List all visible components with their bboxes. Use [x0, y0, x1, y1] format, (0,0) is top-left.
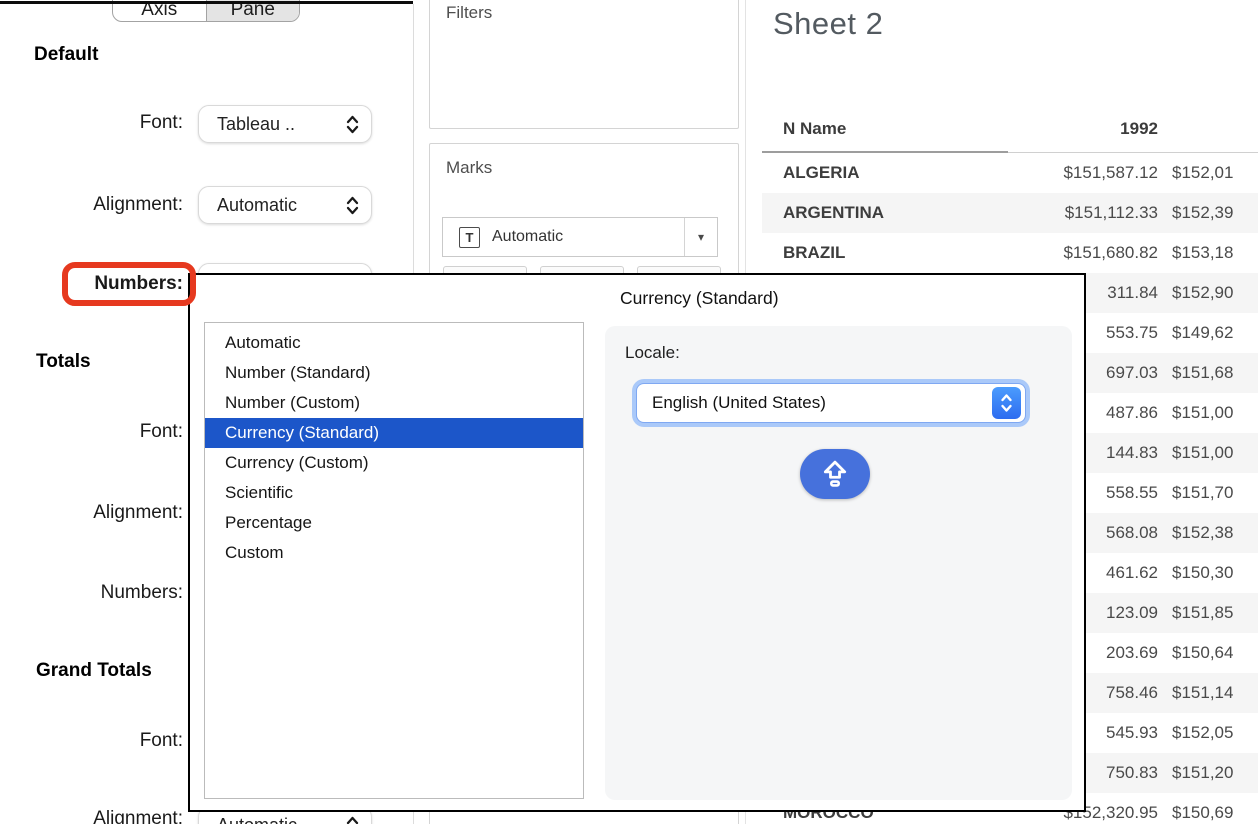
cell-value-1992: 311.84	[1107, 273, 1158, 313]
filters-card: Filters	[429, 0, 739, 129]
caps-lock-arrow-button[interactable]	[800, 449, 870, 499]
cell-value-next-year: $153,18	[1172, 233, 1233, 273]
cell-value-next-year: $151,85	[1172, 593, 1233, 633]
caps-lock-arrow-icon	[822, 460, 848, 488]
cell-value-1992: 203.69	[1106, 633, 1158, 673]
font-dropdown[interactable]: Tableau ..	[198, 105, 372, 143]
chevron-up-down-icon	[346, 196, 359, 215]
cell-value-next-year: $152,38	[1172, 513, 1233, 553]
cell-value-1992: 123.09	[1106, 593, 1158, 633]
cell-value-1992: 487.86	[1106, 393, 1158, 433]
column-header-name[interactable]: N Name	[783, 119, 846, 139]
filters-card-title: Filters	[446, 3, 492, 23]
number-format-dialog: Currency (Standard) Automatic Number (St…	[188, 273, 1086, 812]
row-header-country: ALGERIA	[783, 153, 860, 193]
table-row[interactable]: ARGENTINA $151,112.33 $152,39	[762, 193, 1258, 233]
dialog-title: Currency (Standard)	[620, 288, 779, 309]
row-header-country: ARGENTINA	[783, 193, 884, 233]
format-listbox: Automatic Number (Standard) Number (Cust…	[204, 322, 584, 799]
cell-value-1992: $151,680.82	[1063, 233, 1158, 273]
locale-selected-value: English (United States)	[652, 393, 1025, 413]
cell-value-next-year: $152,01	[1172, 153, 1233, 193]
dropdown-arrow-icon[interactable]: ▾	[684, 218, 717, 256]
cell-value-1992: 461.62	[1106, 553, 1158, 593]
format-list-item[interactable]: Currency (Custom)	[205, 448, 583, 478]
totals-numbers-label: Numbers:	[0, 582, 183, 604]
grand-totals-font-label: Font:	[0, 730, 183, 752]
cell-value-1992: $151,112.33	[1065, 193, 1158, 233]
format-list-item[interactable]: Currency (Standard)	[205, 418, 583, 448]
cell-value-next-year: $150,30	[1172, 553, 1233, 593]
totals-section-heading: Totals	[36, 351, 91, 373]
cell-value-1992: 750.83	[1106, 753, 1158, 793]
format-list-item[interactable]: Number (Custom)	[205, 388, 583, 418]
numbers-label: Numbers:	[0, 273, 183, 295]
locale-select[interactable]: English (United States)	[637, 384, 1025, 422]
mark-type-dropdown[interactable]: T Automatic ▾	[442, 217, 718, 257]
format-list-item[interactable]: Percentage	[205, 508, 583, 538]
font-dropdown-value: Tableau ..	[217, 114, 346, 135]
mark-type-value: Automatic	[492, 228, 684, 246]
format-list-item[interactable]: Scientific	[205, 478, 583, 508]
cell-value-1992: 553.75	[1106, 313, 1158, 353]
tableau-window: Axis Pane Default Font: Tableau .. Align…	[0, 0, 1258, 824]
default-section-heading: Default	[34, 44, 98, 66]
cell-value-next-year: $150,69	[1172, 793, 1233, 824]
cell-value-next-year: $152,39	[1172, 193, 1233, 233]
locale-label: Locale:	[625, 343, 680, 363]
cell-value-1992: 558.55	[1106, 473, 1158, 513]
format-list-item[interactable]: Automatic	[205, 328, 583, 358]
cell-value-next-year: $151,20	[1172, 753, 1233, 793]
locale-panel: Locale: English (United States)	[605, 326, 1072, 800]
cell-value-next-year: $151,00	[1172, 433, 1233, 473]
alignment-label: Alignment:	[0, 194, 183, 216]
cell-value-1992: 568.08	[1106, 513, 1158, 553]
cell-value-next-year: $152,05	[1172, 713, 1233, 753]
cell-value-next-year: $152,90	[1172, 273, 1233, 313]
grand-totals-section-heading: Grand Totals	[36, 660, 152, 682]
alignment-dropdown-value: Automatic	[217, 195, 346, 216]
cell-value-1992: 758.46	[1106, 673, 1158, 713]
row-header-country: BRAZIL	[783, 233, 845, 273]
text-mark-icon: T	[459, 227, 480, 248]
cell-value-1992: 697.03	[1106, 353, 1158, 393]
totals-alignment-label: Alignment:	[0, 502, 183, 524]
cell-value-1992: 545.93	[1106, 713, 1158, 753]
marks-card-title: Marks	[446, 158, 492, 178]
chevron-up-down-icon	[346, 115, 359, 134]
chevron-up-down-icon	[346, 816, 359, 824]
table-row[interactable]: BRAZIL $151,680.82 $153,18	[762, 233, 1258, 273]
totals-font-label: Font:	[0, 421, 183, 443]
select-stepper-icon[interactable]	[992, 387, 1021, 419]
cell-value-next-year: $151,68	[1172, 353, 1233, 393]
format-list-item[interactable]: Custom	[205, 538, 583, 568]
cell-value-1992: 144.83	[1106, 433, 1158, 473]
cell-value-1992: $151,587.12	[1063, 153, 1158, 193]
grand-totals-alignment-label: Alignment:	[0, 808, 183, 824]
format-list-item[interactable]: Number (Standard)	[205, 358, 583, 388]
cell-value-next-year: $151,70	[1172, 473, 1233, 513]
column-header-year[interactable]: 1992	[1120, 119, 1158, 139]
alignment-dropdown[interactable]: Automatic	[198, 186, 372, 224]
cell-value-next-year: $150,64	[1172, 633, 1233, 673]
font-label: Font:	[0, 112, 183, 134]
cell-value-next-year: $151,14	[1172, 673, 1233, 713]
cell-value-next-year: $151,00	[1172, 393, 1233, 433]
grand-totals-alignment-value: Automatic	[217, 815, 346, 824]
cell-value-next-year: $149,62	[1172, 313, 1233, 353]
table-row[interactable]: ALGERIA $151,587.12 $152,01	[762, 153, 1258, 193]
window-top-border	[0, 1, 413, 4]
sheet-title: Sheet 2	[773, 6, 883, 42]
